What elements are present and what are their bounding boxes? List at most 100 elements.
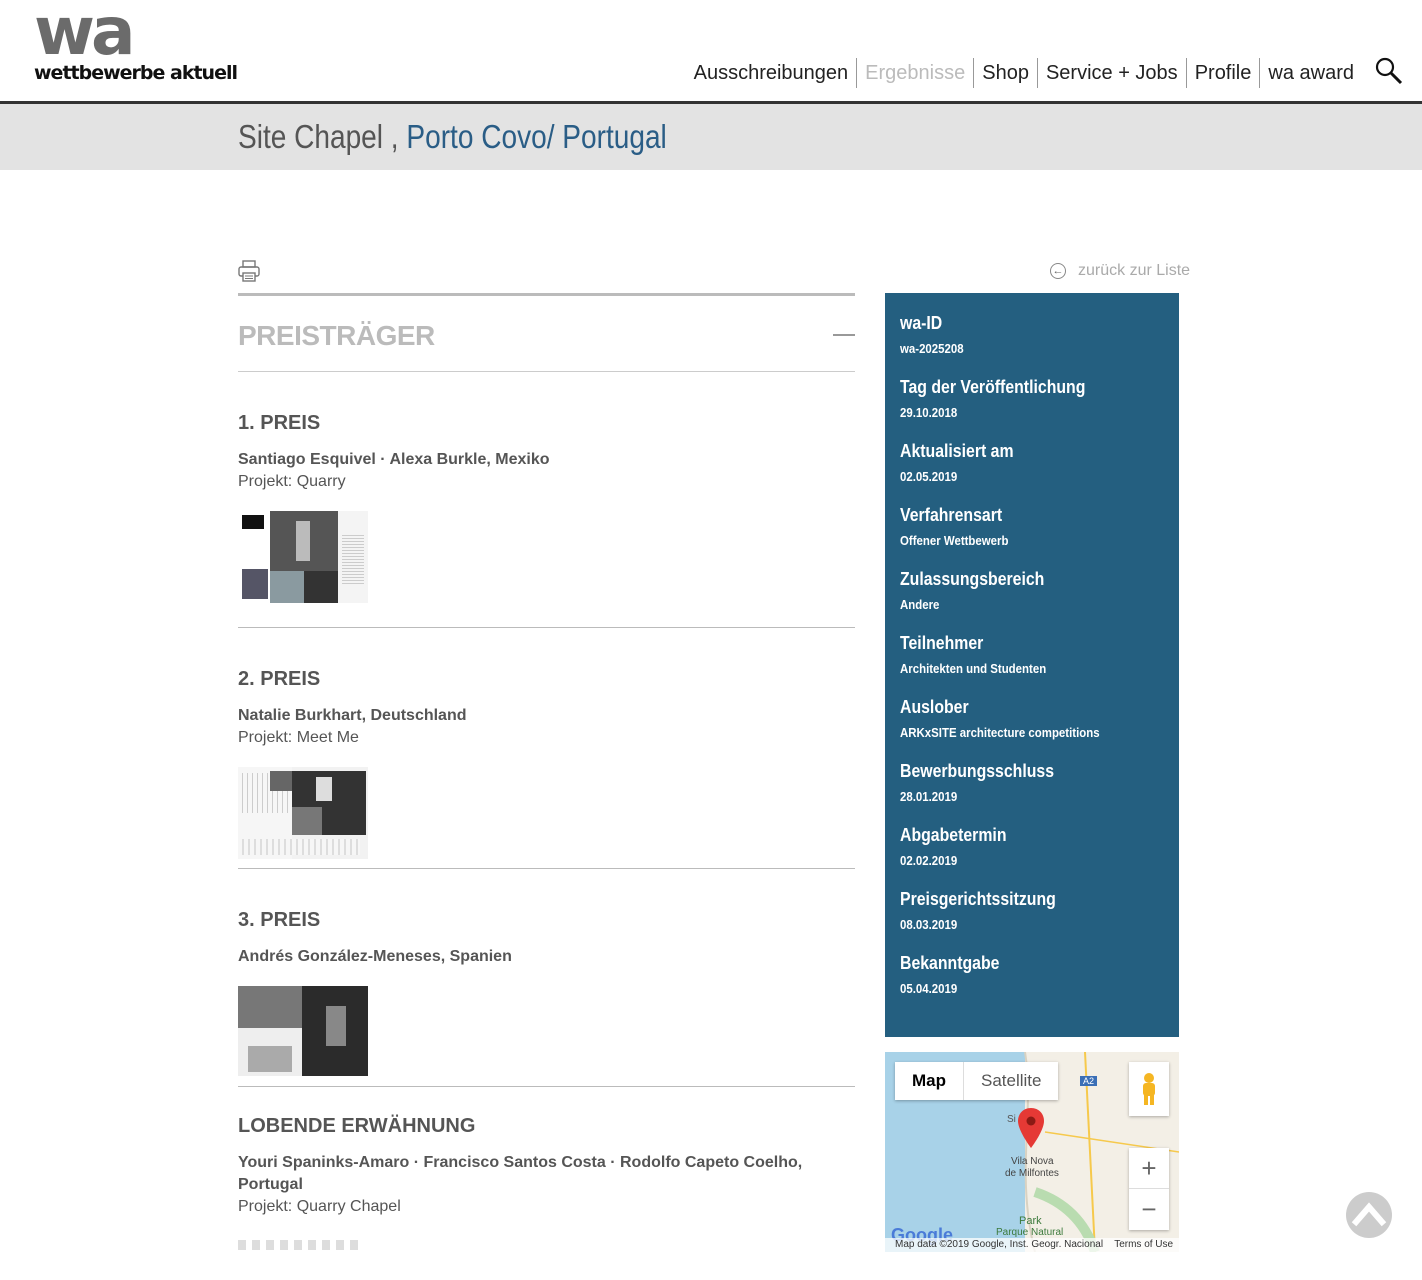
prize-thumbnail[interactable] [238, 767, 368, 859]
detail-value: Andere [900, 597, 940, 612]
project-name: Quarry Chapel [296, 1198, 401, 1215]
prize-rank: LOBENDE ERWÄHNUNG [238, 1115, 476, 1137]
detail-item: Bewerbungsschluss 28.01.2019 [900, 759, 1164, 811]
collapse-icon[interactable] [833, 334, 855, 336]
detail-value: Architekten und Studenten [900, 661, 1047, 676]
detail-value: 28.01.2019 [900, 789, 958, 804]
prize-rank: 1. PREIS [238, 412, 321, 434]
detail-item: Abgabetermin 02.02.2019 [900, 823, 1164, 875]
detail-label: Tag der Veröffentlichung [900, 377, 1086, 397]
detail-value: 05.04.2019 [900, 981, 958, 996]
road-label: A2 [1080, 1076, 1098, 1086]
page-title: Site Chapel , Porto Covo/ Portugal [238, 118, 667, 156]
prize-entry: 2. PREIS Natalie Burkhart, Deutschland P… [238, 628, 855, 869]
detail-value: 02.05.2019 [900, 469, 958, 484]
detail-item: Auslober ARKxSITE architecture competitio… [900, 695, 1164, 747]
map-tab-map[interactable]: Map [895, 1062, 964, 1100]
map-place-label: Park [1019, 1215, 1042, 1227]
prize-thumbnail[interactable] [238, 511, 368, 603]
detail-value: 02.02.2019 [900, 853, 958, 868]
project-name: Meet Me [296, 729, 359, 746]
prize-winners: Natalie Burkhart, Deutschland [238, 707, 467, 724]
zoom-in-button[interactable]: + [1129, 1148, 1169, 1189]
site-logo[interactable]: wa wettbewerbe aktuell [34, 0, 238, 84]
prize-thumbnail[interactable] [238, 1240, 362, 1250]
detail-value: Offener Wettbewerb [900, 533, 1009, 548]
prize-project: Projekt: Quarry [238, 471, 855, 493]
detail-label: Bekanntgabe [900, 953, 1000, 973]
prize-rank: 2. PREIS [238, 668, 321, 690]
zoom-controls: + − [1129, 1148, 1169, 1230]
chevron-up-icon [1351, 1202, 1387, 1227]
detail-value: ARKxSITE architecture competitions [900, 725, 1100, 740]
detail-label: Bewerbungsschluss [900, 761, 1055, 781]
title-name: Site Chapel [238, 118, 384, 155]
prize-winners: Andrés González-Meneses, Spanien [238, 948, 512, 965]
section-header[interactable]: PREISTRÄGER [238, 296, 855, 372]
nav-item-ergebnisse[interactable]: Ergebnisse [856, 58, 973, 88]
map-data-credit: Map data ©2019 Google, Inst. Geogr. Naci… [895, 1239, 1104, 1250]
logo-subtitle: wettbewerbe aktuell [34, 62, 238, 84]
nav-item-wa-award[interactable]: wa award [1259, 58, 1362, 88]
prize-entry: LOBENDE ERWÄHNUNG Youri Spaninks-Amaro ·… [238, 1087, 855, 1250]
back-to-list-link[interactable]: ← zurück zur Liste [1050, 262, 1190, 280]
project-label: Projekt: [238, 729, 293, 746]
nav-item-service-jobs[interactable]: Service + Jobs [1036, 58, 1186, 88]
prize-entry: 1. PREIS Santiago Esquivel · Alexa Burkl… [238, 372, 855, 628]
detail-value: 08.03.2019 [900, 917, 958, 932]
detail-item: Preisgerichtssitzung 08.03.2019 [900, 887, 1164, 939]
zoom-out-button[interactable]: − [1129, 1189, 1169, 1229]
map-tab-satellite[interactable]: Satellite [964, 1062, 1058, 1100]
site-header: wa wettbewerbe aktuell Ausschreibungen E… [0, 0, 1422, 104]
detail-item: wa-ID wa-2025208 [900, 311, 1164, 363]
prize-project: Projekt: Meet Me [238, 727, 855, 749]
detail-item: Aktualisiert am 02.05.2019 [900, 439, 1164, 491]
detail-label: Auslober [900, 697, 969, 717]
detail-label: wa-ID [900, 313, 943, 333]
map-place-label: Si [1007, 1114, 1016, 1125]
arrow-left-icon: ← [1050, 263, 1066, 279]
street-view-pegman-icon[interactable] [1129, 1062, 1169, 1116]
map-attribution: Map data ©2019 Google, Inst. Geogr. Naci… [885, 1238, 1179, 1252]
location-map[interactable]: Map Satellite A2 Si Vila Nova de Milfont… [885, 1052, 1179, 1252]
detail-value: wa-2025208 [900, 341, 964, 356]
detail-label: Abgabetermin [900, 825, 1007, 845]
detail-label: Teilnehmer [900, 633, 984, 653]
project-name: Quarry [296, 473, 346, 490]
title-separator: , [383, 118, 407, 155]
detail-value: 29.10.2018 [900, 405, 958, 420]
detail-item: Zulassungsbereich Andere [900, 567, 1164, 619]
prize-winners: Youri Spaninks-Amaro · Francisco Santos … [238, 1154, 803, 1193]
search-icon[interactable] [1374, 56, 1404, 86]
nav-item-ausschreibungen[interactable]: Ausschreibungen [686, 58, 857, 88]
logo-mark: wa [34, 0, 136, 70]
map-place-label: de Milfontes [1005, 1168, 1059, 1179]
print-icon[interactable] [238, 260, 260, 282]
scroll-to-top-button[interactable] [1346, 1192, 1392, 1238]
detail-label: Zulassungsbereich [900, 569, 1045, 589]
prize-entry: 3. PREIS Andrés González-Meneses, Spanie… [238, 869, 855, 1087]
detail-item: Tag der Veröffentlichung 29.10.2018 [900, 375, 1164, 427]
map-type-tabs: Map Satellite [895, 1062, 1059, 1100]
detail-label: Preisgerichtssitzung [900, 889, 1056, 909]
main-nav: Ausschreibungen Ergebnisse Shop Service … [686, 58, 1362, 88]
prize-thumbnail[interactable] [238, 986, 368, 1076]
map-place-label: Vila Nova [1011, 1156, 1054, 1167]
detail-item: Verfahrensart Offener Wettbewerb [900, 503, 1164, 555]
project-label: Projekt: [238, 1198, 293, 1215]
nav-item-profile[interactable]: Profile [1185, 58, 1260, 88]
map-place-label: Parque Natural [996, 1227, 1064, 1238]
prize-rank: 3. PREIS [238, 909, 321, 931]
section-title: PREISTRÄGER [238, 320, 435, 351]
title-location: Porto Covo/ Portugal [406, 118, 667, 155]
competition-details: wa-ID wa-2025208 Tag der Veröffentlichung… [885, 293, 1179, 1037]
detail-label: Aktualisiert am [900, 441, 1014, 461]
results-main: PREISTRÄGER 1. PREIS Santiago Esquivel ·… [238, 293, 855, 1250]
detail-item: Teilnehmer Architekten und Studenten [900, 631, 1164, 683]
terms-of-use-link[interactable]: Terms of Use [1114, 1239, 1173, 1250]
project-label: Projekt: [238, 473, 293, 490]
page-title-bar: Site Chapel , Porto Covo/ Portugal [0, 104, 1422, 170]
nav-item-shop[interactable]: Shop [973, 58, 1037, 88]
map-marker-icon[interactable] [1018, 1108, 1044, 1148]
detail-item: Bekanntgabe 05.04.2019 [900, 951, 1164, 1003]
